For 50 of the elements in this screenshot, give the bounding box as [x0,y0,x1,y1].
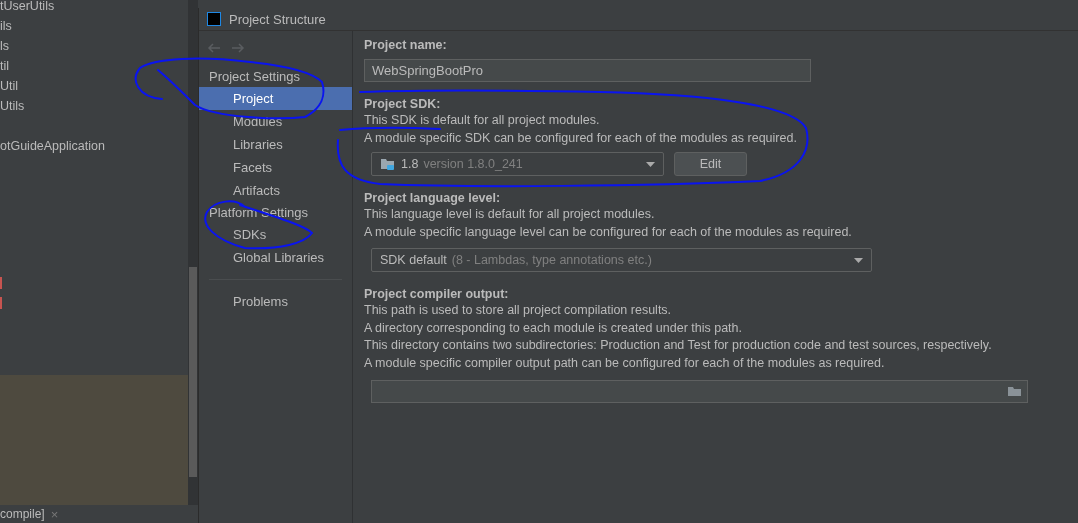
tree-item[interactable]: tUserUtils [0,0,188,20]
sidebar-item[interactable]: Global Libraries [199,246,352,269]
app-logo [207,12,221,26]
tree-item[interactable]: Utils [0,100,188,120]
section-label: Project compiler output: [364,286,510,302]
forward-arrow-icon[interactable] [231,43,245,53]
description-text: A module specific SDK can be configured for each of the modules as required. [364,129,798,147]
back-arrow-icon[interactable] [207,43,221,53]
window-title: Project Structure [229,11,326,27]
description-text: A module specific language level can be configured for each of the modules as required. [364,223,853,241]
tree-item[interactable]: til [0,60,188,80]
sidebar-item[interactable]: SDKs [199,223,352,246]
folder-icon[interactable] [1008,386,1022,397]
console-tab[interactable]: compile] [0,507,45,521]
sidebar-item[interactable]: Artifacts [199,179,352,202]
description-text: A directory corresponding to each module is created under this path. [364,319,743,337]
edit-button[interactable]: Edit [674,152,747,176]
description-text: This language level is default for all project modules. [364,206,656,223]
description-text: This SDK is default for all project modules. [364,112,601,129]
dropdown[interactable]: SDK default (8 - Lambdas, type annotations etc.) [371,248,872,272]
tree-item[interactable]: ls [0,40,188,60]
scrollbar[interactable] [189,267,197,477]
section-label: Project SDK: [364,96,442,112]
tree-item[interactable]: otGuideApplication [0,140,188,160]
dropdown-value: SDK default [380,253,447,267]
error-mark [0,297,2,309]
dropdown-detail: version 1.8.0_241 [423,157,523,171]
sidebar-item[interactable]: Modules [199,110,352,133]
caret-icon [854,257,863,263]
tree-item[interactable]: Util [0,80,188,100]
sidebar-item[interactable]: Project [199,87,352,110]
text-field[interactable]: WebSpringBootPro [364,59,811,82]
description-text: A module specific compiler output path can be configured for each of the modules as required. [364,354,886,372]
folder-cup-icon [380,157,396,171]
tree-item[interactable]: ils [0,20,188,40]
section-header: Project Settings [208,68,302,86]
sidebar-item[interactable]: Facets [199,156,352,179]
description-text: This directory contains two subdirectories: Production and Test for production code and test sources, respectively. [364,337,993,354]
caret-icon [646,161,655,167]
sidebar-item[interactable]: Libraries [199,133,352,156]
dropdown-value: 1.8 [401,157,419,171]
error-mark [0,277,2,289]
dropdown[interactable]: 1.8 version 1.8.0_241 [371,152,664,176]
description-text: This path is used to store all project compilation results. [364,302,673,319]
sidebar-item[interactable]: Problems [199,290,352,313]
section-label: Project language level: [364,190,502,206]
dropdown-detail: (8 - Lambdas, type annotations etc.) [451,253,652,267]
section-label: Project name: [364,37,448,53]
path-field[interactable] [371,380,1028,403]
section-header: Platform Settings [208,204,309,222]
